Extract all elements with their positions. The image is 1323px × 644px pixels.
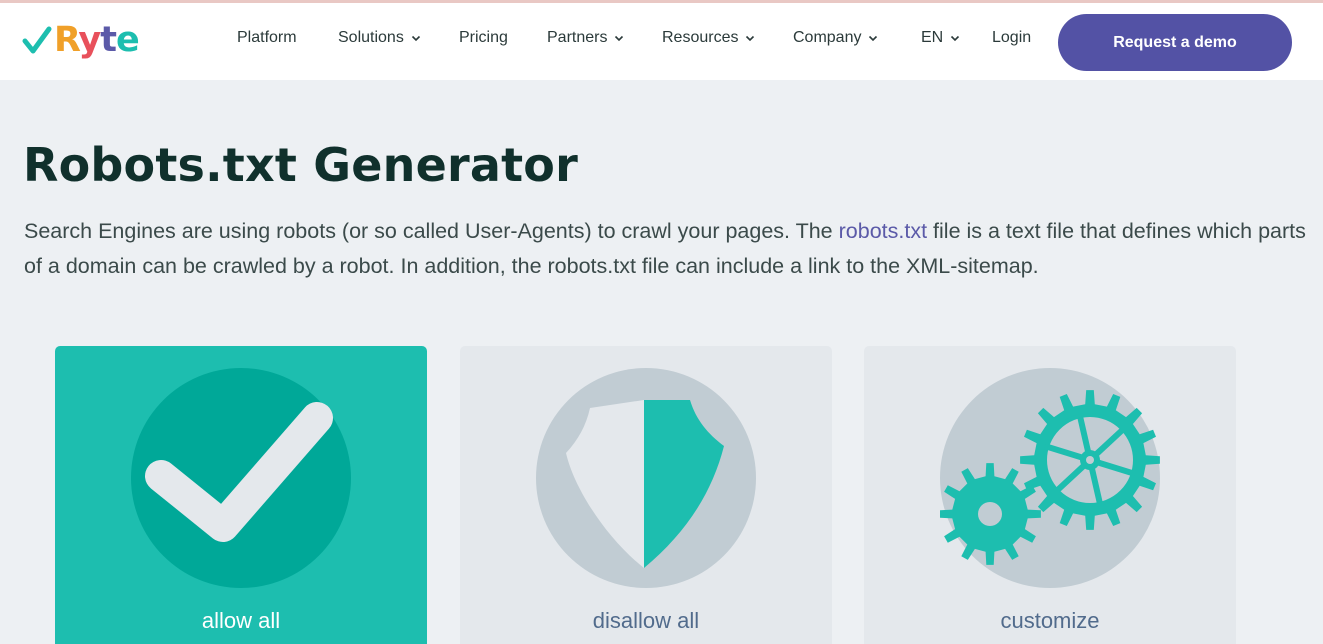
icon-circle <box>131 368 351 588</box>
chevron-down-icon <box>411 35 420 42</box>
option-label: allow all <box>201 608 281 633</box>
option-customize[interactable]: customize <box>864 346 1236 644</box>
nav-company[interactable]: Company <box>793 29 878 47</box>
robots-txt-link[interactable]: robots.txt <box>839 219 927 243</box>
intro-text-start: Search Engines are using robots (or so c… <box>24 219 839 243</box>
nav-label: EN <box>921 29 944 46</box>
logo-check-icon <box>22 26 52 54</box>
logo-letter: R <box>54 19 79 60</box>
nav-label: Platform <box>237 29 297 46</box>
nav-login[interactable]: Login <box>992 29 1031 47</box>
option-label: customize <box>1000 608 1100 633</box>
nav-label: Pricing <box>459 29 508 46</box>
ryte-logo[interactable]: Ryte <box>22 17 140 63</box>
logo-letter: y <box>78 19 101 60</box>
chevron-down-icon <box>746 35 755 42</box>
large-gear-hub-hole <box>1086 456 1094 464</box>
small-gear-hole <box>978 502 1002 526</box>
icon-circle <box>536 368 756 588</box>
intro-text: Search Engines are using robots (or so c… <box>24 214 1314 284</box>
nav-label: Partners <box>547 29 608 46</box>
site-header: Ryte Platform Solutions Pricing Partners… <box>0 3 1323 80</box>
gears-icon <box>939 390 1160 565</box>
icon-circle <box>939 368 1160 588</box>
option-allow-all[interactable]: allow all <box>55 346 427 644</box>
check-icon <box>145 402 333 542</box>
option-disallow-all[interactable]: disallow all <box>460 346 832 644</box>
nav-partners[interactable]: Partners <box>547 29 624 47</box>
nav-label: Login <box>992 29 1032 46</box>
nav-platform[interactable]: Platform <box>237 29 297 47</box>
nav-resources[interactable]: Resources <box>662 29 755 47</box>
option-label: disallow all <box>592 608 700 633</box>
shield-icon <box>566 400 724 568</box>
chevron-down-icon <box>951 35 960 42</box>
nav-label: Solutions <box>338 29 404 46</box>
logo-letter: e <box>115 19 140 60</box>
nav-pricing[interactable]: Pricing <box>459 29 508 47</box>
request-demo-button[interactable]: Request a demo <box>1058 14 1292 71</box>
logo-text: Ryte <box>54 19 140 60</box>
nav-label: Company <box>793 29 862 46</box>
nav-label: Resources <box>662 29 739 46</box>
chevron-down-icon <box>615 35 624 42</box>
nav-language[interactable]: EN <box>921 29 960 47</box>
page-title: Robots.txt Generator <box>23 138 578 192</box>
nav-solutions[interactable]: Solutions <box>338 29 421 47</box>
logo-letter: t <box>100 19 117 60</box>
chevron-down-icon <box>869 35 878 42</box>
